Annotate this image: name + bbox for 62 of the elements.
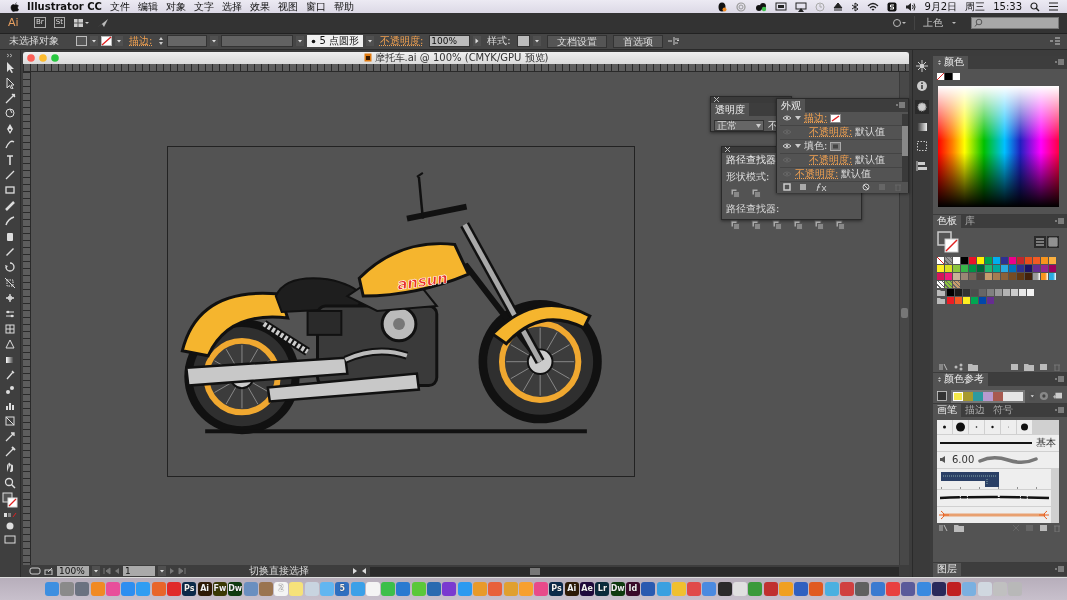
dock-app-icon[interactable]: Ps (549, 582, 564, 597)
opacity-field[interactable]: 100% (429, 35, 471, 48)
workspace-dropdown[interactable]: 上色 (914, 15, 943, 30)
opacity-link[interactable]: 不透明度: (809, 125, 853, 140)
style-label: 样式: (487, 34, 511, 49)
blend-mode-dropdown[interactable]: 正常 (714, 120, 764, 132)
clock-date: 9月2日 (924, 0, 958, 14)
dock-app-icon[interactable]: Ai (564, 582, 579, 597)
panel-tab[interactable]: 库 (961, 214, 979, 228)
dock-app-icon[interactable]: Dw (610, 582, 625, 597)
panel-tab[interactable]: 颜色 (933, 55, 968, 69)
stroke-label[interactable]: 描边: (129, 34, 153, 49)
dock-app-icon[interactable]: 2 (274, 582, 289, 597)
selection-status: 未选择对象 (9, 34, 59, 49)
menu-item[interactable]: 视图 (277, 0, 298, 14)
shape-modes-label: 形状模式: (726, 169, 770, 184)
app-name-menu[interactable]: Illustrator CC (27, 1, 102, 12)
brush-row[interactable]: 6.00 (937, 451, 1059, 468)
opacity-link[interactable]: 不透明度: (795, 167, 839, 182)
panel-tab[interactable]: 颜色参考 (933, 372, 988, 386)
panel-tab[interactable]: 符号 (989, 403, 1017, 417)
artboard-field[interactable]: 1 (122, 566, 155, 577)
dock-app-icon[interactable]: Fw (212, 582, 227, 597)
zoom-field[interactable]: 100% (56, 566, 89, 577)
app-logo: Ai (8, 16, 20, 30)
menu-item[interactable]: 文件 (109, 0, 130, 14)
opacity-link[interactable]: 不透明度: (809, 153, 853, 168)
dock-app-icon[interactable]: Lr (595, 582, 610, 597)
opacity-value: 默认值 (841, 167, 872, 182)
dock-app-icon[interactable]: Dw (228, 582, 243, 597)
dock-app-icon[interactable]: Ai (197, 582, 212, 597)
clock-weekday: 周三 (965, 0, 986, 14)
attribute-label[interactable]: 填色: (804, 139, 828, 154)
control-button[interactable]: 首选项 (612, 34, 663, 48)
opacity-label[interactable]: 不透明度: (379, 34, 424, 49)
panel-tab[interactable]: 外观 (777, 98, 805, 112)
control-button[interactable]: 文档设置 (546, 34, 607, 48)
attribute-label[interactable]: 描边: (804, 111, 828, 126)
menu-item[interactable]: 对象 (165, 0, 186, 14)
pathfinders-label: 路径查找器: (726, 201, 780, 216)
menu-item[interactable]: 选择 (221, 0, 242, 14)
document-title: 摩托车.ai @ 100% (CMYK/GPU 预览) (374, 50, 549, 65)
brush-row[interactable]: 基本 (937, 434, 1059, 451)
panel-tab[interactable]: 图层 (933, 562, 961, 576)
menu-item[interactable]: 窗口 (305, 0, 326, 14)
dock-app-icon[interactable]: Ae (580, 582, 595, 597)
tank-logo-text: ansun (396, 268, 449, 294)
clock-time: 15:33 (993, 1, 1022, 12)
panel-tab[interactable]: 画笔 (933, 403, 961, 417)
menu-item[interactable]: 编辑 (137, 0, 158, 14)
menu-item[interactable]: 文字 (193, 0, 214, 14)
dock-app-icon[interactable]: Id (625, 582, 640, 597)
opacity-value: 默认值 (855, 153, 886, 168)
dock-app-icon[interactable]: 5 (335, 582, 350, 597)
current-tool-status: 切换直接选择 (248, 564, 310, 579)
opacity-value: 默认值 (855, 125, 886, 140)
dock-app-icon[interactable]: Ps (182, 582, 197, 597)
menu-item[interactable]: 效果 (249, 0, 270, 14)
menu-item[interactable]: 帮助 (333, 0, 354, 14)
brush-dropdown[interactable]: 5 点圆形 (307, 35, 363, 48)
panel-tab[interactable]: 色板 (933, 214, 961, 228)
panel-tab[interactable]: 描边 (961, 403, 989, 417)
